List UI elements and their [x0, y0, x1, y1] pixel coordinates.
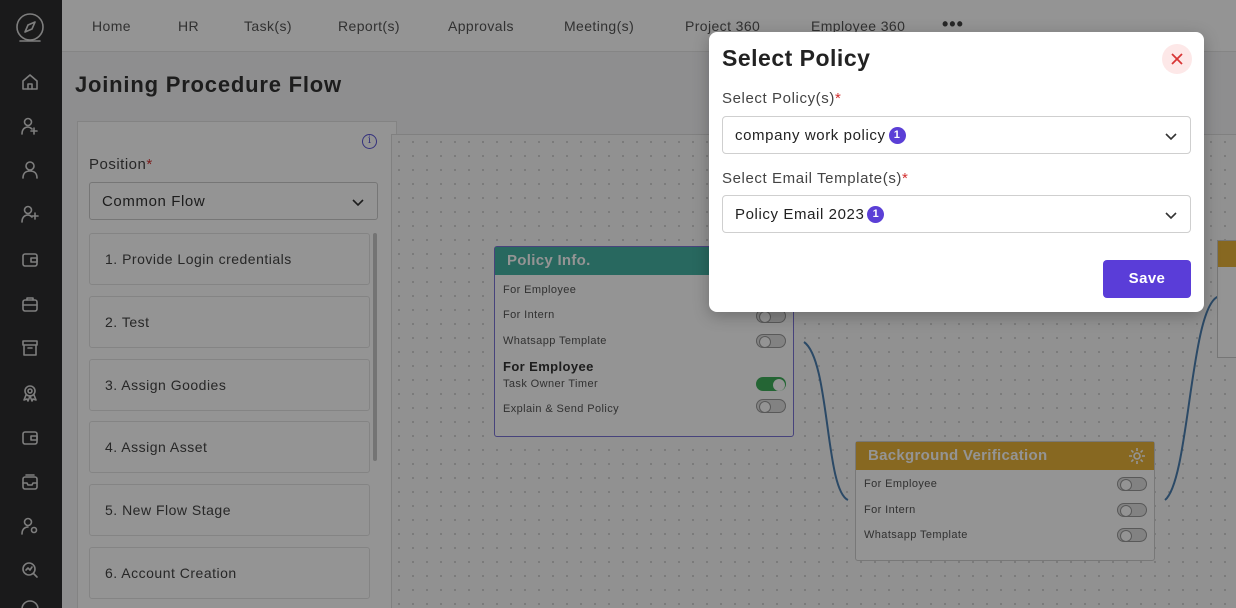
email-template-label-text: Select Email Template(s)	[722, 170, 903, 187]
save-button[interactable]: Save	[1103, 260, 1191, 298]
email-template-select-label: Select Email Template(s)*	[722, 170, 908, 187]
modal-title: Select Policy	[722, 45, 871, 71]
selected-count-badge: 1	[867, 206, 885, 223]
select-policy-modal: Select Policy Select Policy(s)* company …	[709, 32, 1204, 312]
policy-select-label: Select Policy(s)*	[722, 90, 841, 107]
email-template-select[interactable]: Policy Email 2023 1	[722, 195, 1191, 233]
selected-count-badge: 1	[888, 127, 906, 144]
policy-select-label-text: Select Policy(s)	[722, 90, 835, 107]
chevron-down-icon	[1164, 129, 1178, 143]
policy-select-value: company work policy 1	[735, 127, 906, 144]
required-mark: *	[834, 90, 842, 107]
chevron-down-icon	[1164, 208, 1178, 222]
required-mark: *	[902, 170, 909, 187]
email-template-select-value: Policy Email 2023 1	[735, 206, 885, 223]
email-template-select-text: Policy Email 2023	[735, 206, 865, 223]
policy-select-text: company work policy	[735, 127, 886, 144]
close-button[interactable]	[1162, 44, 1192, 74]
close-icon	[1171, 53, 1183, 65]
policy-select[interactable]: company work policy 1	[722, 116, 1191, 154]
